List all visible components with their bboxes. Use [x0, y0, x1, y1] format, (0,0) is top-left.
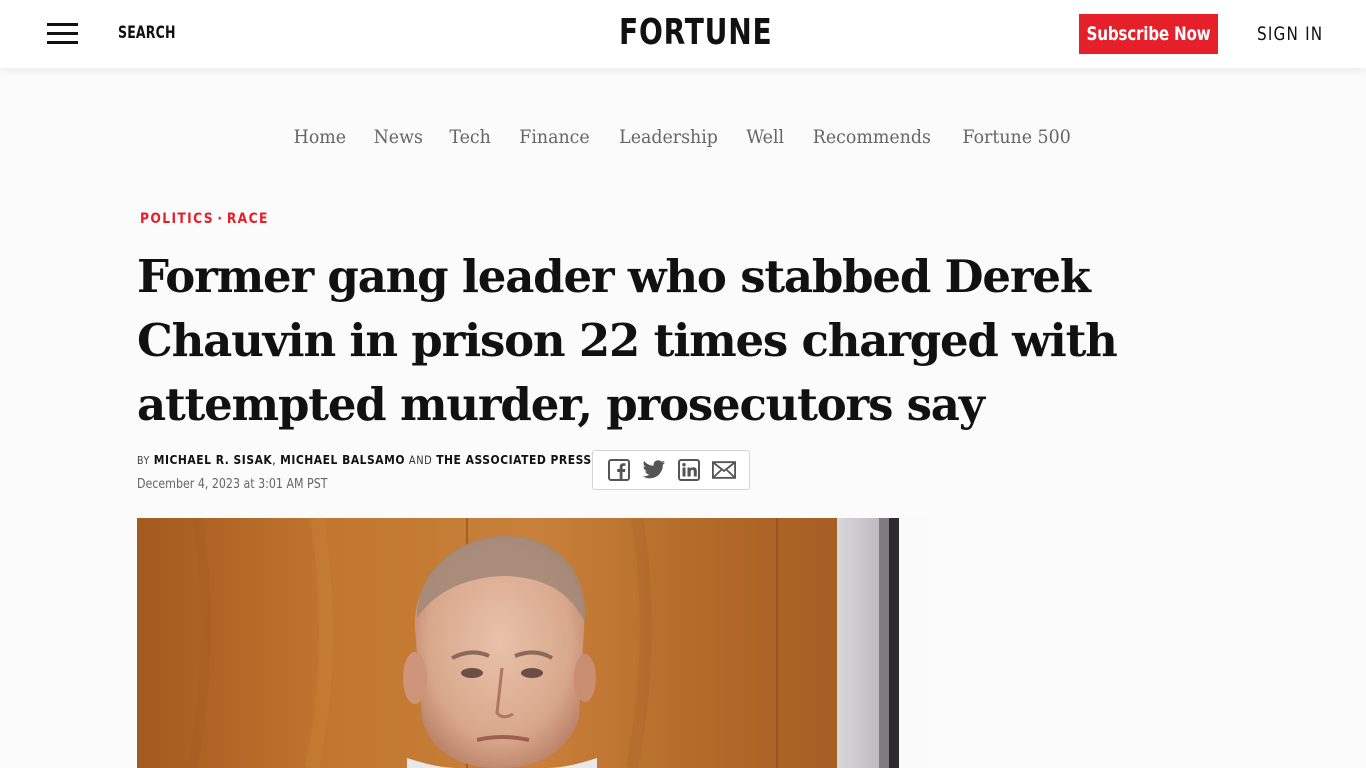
- linkedin-icon[interactable]: [677, 458, 701, 482]
- author-link[interactable]: THE ASSOCIATED PRESS: [436, 452, 591, 467]
- article-headline: Former gang leader who stabbed Derek Cha…: [137, 250, 1118, 431]
- fortune-logo[interactable]: FORTUNE: [619, 11, 772, 55]
- byline: BY MICHAEL R. SISAK, MICHAEL BALSAMO AND…: [137, 452, 592, 467]
- nav-item-home[interactable]: Home: [294, 127, 346, 148]
- share-bar: [592, 450, 750, 490]
- category-race[interactable]: RACE: [227, 211, 269, 227]
- nav-item-tech[interactable]: Tech: [450, 127, 491, 148]
- category-tags: POLITICS · RACE: [140, 211, 269, 227]
- subscribe-button[interactable]: Subscribe Now: [1079, 14, 1218, 54]
- nav-item-news[interactable]: News: [374, 127, 423, 148]
- hamburger-menu-icon[interactable]: [47, 22, 78, 46]
- article-hero-image: [137, 518, 929, 768]
- subscribe-button-label: Subscribe Now: [1086, 23, 1211, 45]
- primary-nav: Home News Tech Finance Leadership Well R…: [0, 127, 1366, 148]
- twitter-icon[interactable]: [642, 458, 666, 482]
- sign-in-link[interactable]: SIGN IN: [1257, 23, 1323, 45]
- nav-item-leadership[interactable]: Leadership: [619, 127, 718, 148]
- byline-conjunction: AND: [408, 453, 433, 467]
- author-link[interactable]: MICHAEL R. SISAK: [154, 452, 273, 467]
- category-politics[interactable]: POLITICS: [140, 211, 214, 227]
- search-link[interactable]: SEARCH: [118, 23, 176, 43]
- site-header: SEARCH FORTUNE Subscribe Now SIGN IN: [0, 0, 1366, 68]
- byline-comma: ,: [272, 452, 277, 467]
- email-icon[interactable]: [711, 458, 736, 482]
- publish-date: December 4, 2023 at 3:01 AM PST: [137, 477, 328, 492]
- hero-photo-illustration: [137, 518, 929, 768]
- byline-prefix: BY: [137, 454, 150, 467]
- facebook-icon[interactable]: [607, 458, 631, 482]
- category-separator: ·: [217, 211, 224, 227]
- nav-item-finance[interactable]: Finance: [519, 127, 589, 148]
- author-link[interactable]: MICHAEL BALSAMO: [280, 452, 405, 467]
- nav-item-recommends[interactable]: Recommends: [813, 127, 931, 148]
- nav-item-well[interactable]: Well: [746, 127, 784, 148]
- nav-item-fortune-500[interactable]: Fortune 500: [962, 127, 1070, 148]
